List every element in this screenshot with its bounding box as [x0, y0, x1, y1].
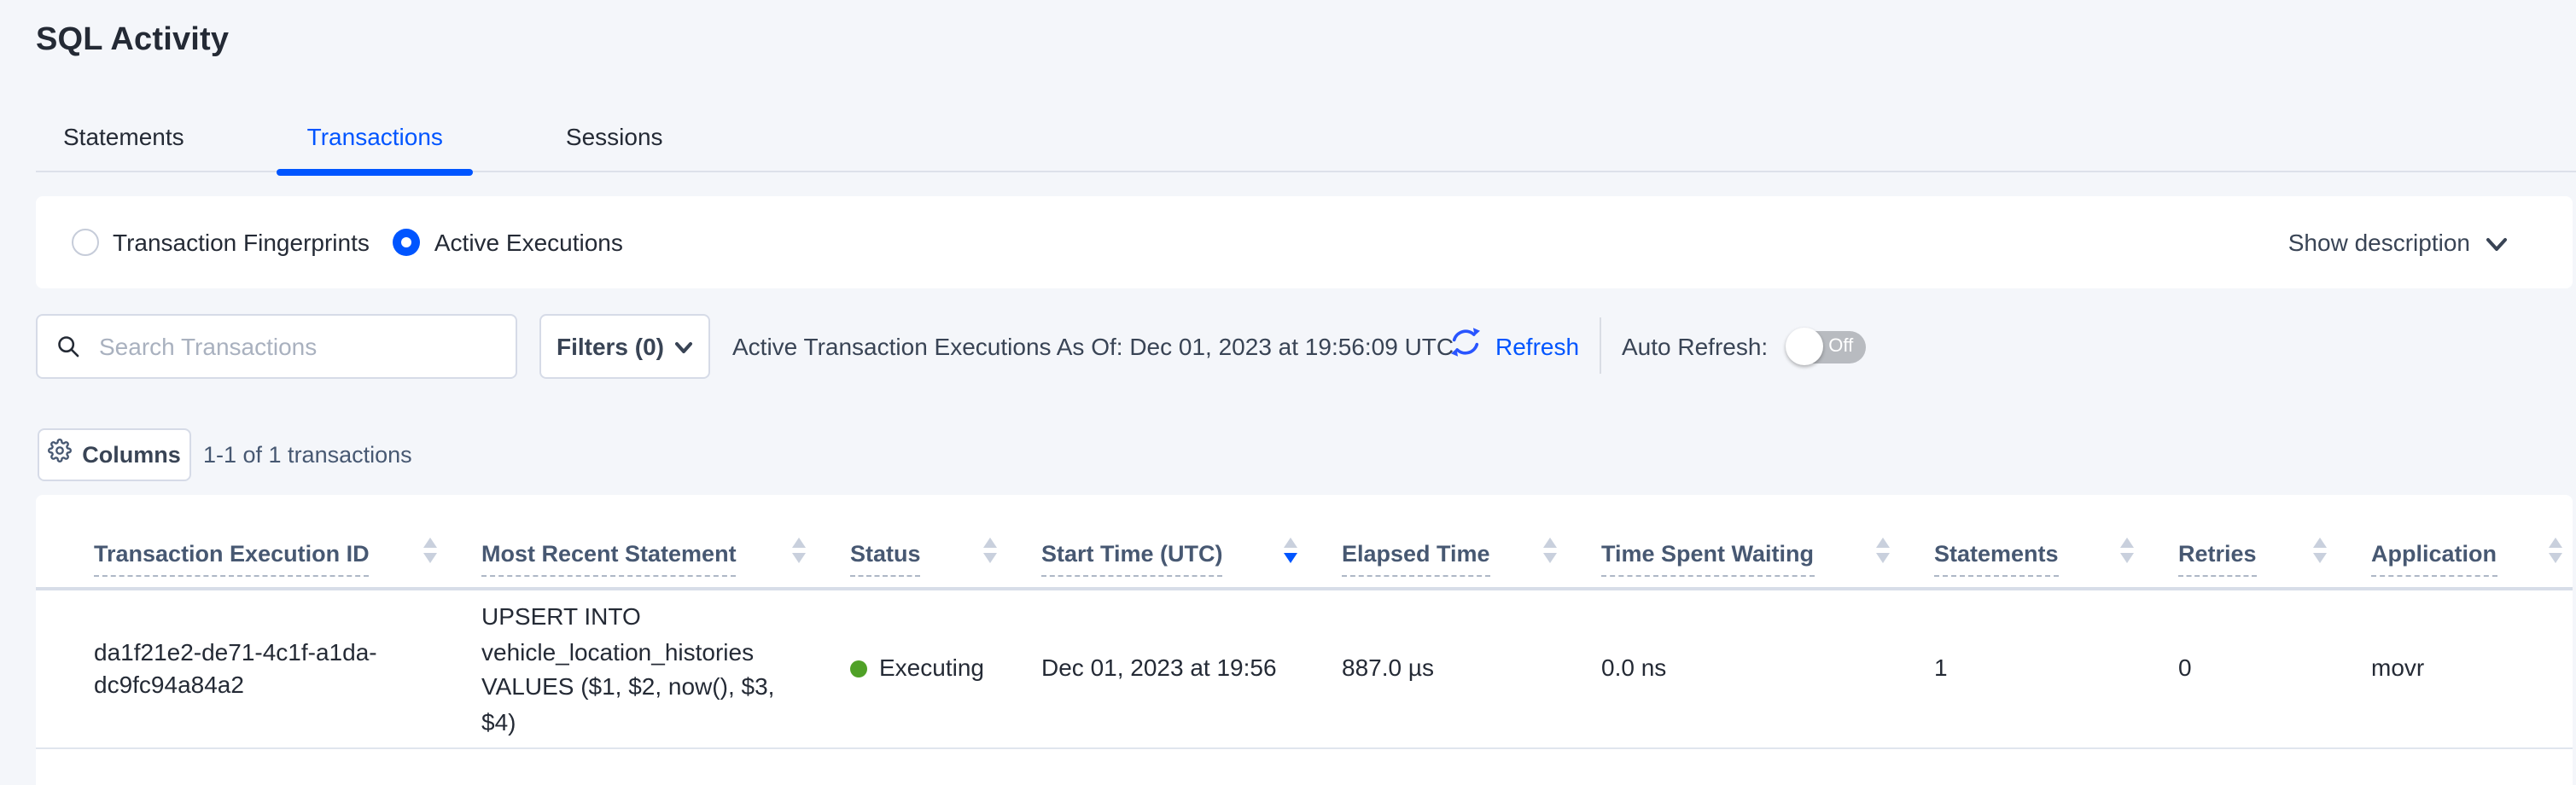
page-title: SQL Activity	[36, 22, 229, 60]
column-header-start-time[interactable]: Start Time (UTC)	[1041, 495, 1342, 587]
radio-label: Transaction Fingerprints	[113, 229, 370, 256]
cell-application: movr	[2371, 590, 2573, 747]
toolbar-divider	[1600, 317, 1601, 374]
filters-button[interactable]: Filters (0)	[539, 314, 710, 379]
status-label: Executing	[879, 653, 984, 686]
columns-button[interactable]: Columns	[38, 428, 191, 481]
gear-icon	[48, 439, 72, 471]
search-input[interactable]	[96, 331, 478, 362]
column-header-retries[interactable]: Retries	[2178, 495, 2371, 587]
column-header-time-spent-waiting[interactable]: Time Spent Waiting	[1601, 495, 1934, 587]
table-row[interactable]: da1f21e2-de71-4c1f-a1da-dc9fc94a84a2 UPS…	[36, 590, 2573, 749]
chevron-down-icon	[2486, 236, 2508, 252]
toggle-knob	[1785, 328, 1822, 365]
auto-refresh-toggle[interactable]: Off	[1786, 330, 1865, 363]
refresh-button[interactable]: Refresh	[1448, 314, 1579, 379]
status-executing-dot	[850, 660, 867, 677]
cell-transaction-execution-id: da1f21e2-de71-4c1f-a1da-dc9fc94a84a2	[94, 590, 471, 747]
search-icon	[56, 334, 80, 358]
sort-icon-desc-active	[1284, 538, 1297, 563]
sort-icon	[2549, 538, 2562, 563]
sort-icon	[983, 538, 997, 563]
result-count: 1-1 of 1 transactions	[203, 428, 412, 481]
chevron-down-icon	[674, 341, 693, 355]
sort-icon	[2120, 538, 2134, 563]
sort-icon	[1543, 538, 1557, 563]
toolbar: Filters (0) Active Transaction Execution…	[0, 314, 2576, 379]
table-controls: Columns 1-1 of 1 transactions	[0, 428, 2576, 481]
table-header-row: Transaction Execution ID Most Recent Sta…	[36, 495, 2573, 590]
sort-icon	[792, 538, 806, 563]
column-header-application[interactable]: Application	[2371, 495, 2573, 587]
column-header-most-recent-statement[interactable]: Most Recent Statement	[481, 495, 850, 587]
radio-label: Active Executions	[434, 229, 623, 256]
search-box	[36, 314, 517, 379]
refresh-icon	[1448, 324, 1483, 369]
cell-elapsed-time: 887.0 µs	[1342, 590, 1601, 747]
cell-time-spent-waiting: 0.0 ns	[1601, 590, 1934, 747]
tab-bar: Statements Transactions Sessions	[32, 99, 755, 172]
view-mode-card: Transaction Fingerprints Active Executio…	[36, 196, 2573, 288]
radio-transaction-fingerprints[interactable]: Transaction Fingerprints	[72, 229, 370, 256]
radio-selected-icon	[393, 229, 421, 256]
cell-start-time: Dec 01, 2023 at 19:56	[1041, 590, 1342, 747]
cell-most-recent-statement: UPSERT INTO vehicle_location_histories V…	[481, 590, 850, 747]
auto-refresh-label: Auto Refresh:	[1622, 333, 1768, 360]
sql-activity-page: SQL Activity Statements Transactions Ses…	[0, 0, 2576, 785]
refresh-label: Refresh	[1495, 333, 1579, 360]
column-header-status[interactable]: Status	[850, 495, 1041, 587]
show-description-toggle[interactable]: Show description	[2288, 196, 2508, 288]
cell-statements: 1	[1934, 590, 2178, 747]
sort-icon	[423, 538, 437, 563]
toggle-state-label: Off	[1828, 330, 1853, 363]
column-header-statements[interactable]: Statements	[1934, 495, 2178, 587]
radio-active-executions[interactable]: Active Executions	[393, 229, 623, 256]
cell-status: Executing	[850, 590, 1041, 747]
tab-sessions[interactable]: Sessions	[535, 99, 694, 172]
column-header-transaction-execution-id[interactable]: Transaction Execution ID	[94, 495, 481, 587]
columns-label: Columns	[82, 442, 181, 468]
cell-retries: 0	[2178, 590, 2371, 747]
tab-statements[interactable]: Statements	[32, 99, 215, 172]
sort-icon	[1876, 538, 1890, 563]
transactions-table: Transaction Execution ID Most Recent Sta…	[36, 495, 2573, 785]
radio-unselected-icon	[72, 229, 99, 256]
as-of-text: Active Transaction Executions As Of: Dec…	[732, 314, 1454, 379]
tab-transactions[interactable]: Transactions	[277, 99, 474, 172]
sort-icon	[2313, 538, 2327, 563]
column-header-elapsed-time[interactable]: Elapsed Time	[1342, 495, 1601, 587]
auto-refresh-control: Auto Refresh: Off	[1622, 314, 1865, 379]
